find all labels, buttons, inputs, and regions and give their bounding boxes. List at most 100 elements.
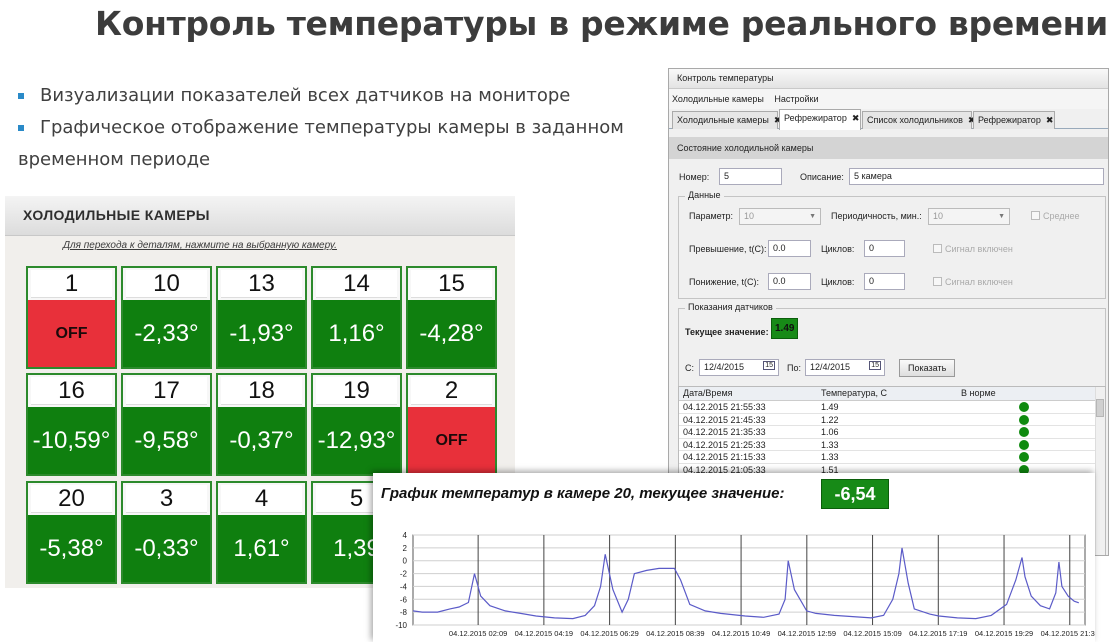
menu-item-cold-rooms[interactable]: Холодильные камеры — [672, 94, 764, 104]
period-select[interactable]: 10 ▼ — [928, 208, 1010, 225]
bullet-item: Графическое отображение температуры каме… — [18, 112, 648, 144]
table-row[interactable]: 04.12.2015 21:55:33 1.49 — [679, 401, 1105, 414]
close-icon[interactable]: ✖ — [1046, 115, 1054, 125]
menu-item-settings[interactable]: Настройки — [774, 94, 818, 104]
x-tick-label: 04.12.2015 19:29 — [975, 629, 1033, 638]
room-tile[interactable]: 1 OFF — [26, 266, 117, 369]
bullet-item: Визуализации показателей всех датчиков н… — [18, 80, 648, 112]
room-tile[interactable]: 19 -12,93° — [311, 373, 402, 476]
cell-temperature: 1.33 — [821, 452, 839, 462]
room-tile[interactable]: 2 OFF — [406, 373, 497, 476]
room-number: 15 — [411, 270, 492, 298]
cell-temperature: 1.22 — [821, 414, 839, 425]
section-header: Состояние холодильной камеры — [669, 137, 1108, 159]
table-row[interactable]: 04.12.2015 21:45:33 1.22 — [679, 414, 1105, 426]
tab-refrigerator[interactable]: Рефрежиратор ✖ — [973, 111, 1055, 129]
param-select[interactable]: 10 ▼ — [739, 208, 821, 225]
room-number: 19 — [316, 377, 397, 405]
average-checkbox[interactable]: Среднее — [1031, 211, 1080, 221]
calendar-icon[interactable]: 15 — [869, 361, 881, 370]
exceed-label: Превышение, t(C): — [689, 244, 767, 254]
lower-cycles-input[interactable]: 0 — [864, 273, 905, 290]
exceed-input[interactable]: 0.0 — [768, 240, 811, 257]
table-row[interactable]: 04.12.2015 21:15:33 1.33 — [679, 451, 1105, 464]
table-scrollbar[interactable] — [1095, 387, 1105, 555]
x-tick-label: 04.12.2015 06:29 — [580, 629, 638, 638]
menu-bar: Холодильные камеры Настройки — [669, 89, 1108, 109]
cold-rooms-header: ХОЛОДИЛЬНЫЕ КАМЕРЫ — [5, 196, 515, 236]
room-tile[interactable]: 10 -2,33° — [121, 266, 212, 369]
room-tile[interactable]: 3 -0,33° — [121, 481, 212, 584]
room-tile[interactable]: 17 -9,58° — [121, 373, 212, 476]
lower-input[interactable]: 0.0 — [768, 273, 811, 290]
table-row[interactable]: 04.12.2015 21:25:33 1.33 — [679, 439, 1105, 451]
data-group: Данные Параметр: 10 ▼ Периодичность, мин.… — [678, 190, 1106, 299]
close-icon[interactable]: ✖ — [852, 113, 860, 123]
lower-signal-checkbox[interactable]: Сигнал включен — [933, 277, 1013, 287]
cell-datetime: 04.12.2015 21:25:33 — [683, 439, 766, 450]
room-temperature: -0,33° — [123, 515, 210, 582]
chart-current-value: -6,54 — [821, 479, 889, 509]
room-tile[interactable]: 16 -10,59° — [26, 373, 117, 476]
status-ok-dot-icon — [1019, 439, 1029, 450]
from-date-input[interactable]: 12/4/2015 15 — [699, 359, 779, 376]
exceed-signal-checkbox[interactable]: Сигнал включен — [933, 244, 1013, 254]
table-header: Дата/Время Температура, С В норме — [679, 387, 1105, 401]
exceed-cycles-input[interactable]: 0 — [864, 240, 905, 257]
room-number: 4 — [221, 485, 302, 513]
tab-refrigerator-active[interactable]: Рефрежиратор ✖ — [779, 109, 861, 130]
room-number: 1 — [31, 270, 112, 298]
room-number: 2 — [411, 377, 492, 405]
y-tick-label: 4 — [403, 531, 408, 540]
room-temperature: -5,38° — [28, 515, 115, 582]
room-number: 14 — [316, 270, 397, 298]
sensors-group-title: Показания датчиков — [685, 302, 776, 312]
to-label: По: — [787, 363, 801, 373]
temperature-line-chart: 4 2 0 -2 -4 -6 -8 -10 04.12.2015 02:09 04.12.2015… — [395, 531, 1095, 638]
room-temperature: -9,58° — [123, 407, 210, 474]
plot-area — [412, 534, 1086, 626]
room-tile[interactable]: 15 -4,28° — [406, 266, 497, 369]
number-input[interactable]: 5 — [719, 168, 782, 185]
slide-title: Контроль температуры в режиме реального … — [95, 4, 1108, 43]
calendar-icon[interactable]: 15 — [763, 361, 775, 370]
room-number: 10 — [126, 270, 207, 298]
column-header-temperature[interactable]: Температура, С — [821, 388, 887, 398]
y-tick-label: -4 — [400, 582, 408, 591]
room-tile[interactable]: 20 -5,38° — [26, 481, 117, 584]
scrollbar-thumb[interactable] — [1096, 399, 1104, 417]
room-number: 16 — [31, 377, 112, 405]
bullet-list: Визуализации показателей всех датчиков н… — [18, 80, 648, 176]
window-title: Контроль температуры — [677, 73, 774, 83]
room-number: 18 — [221, 377, 302, 405]
tab-cold-rooms[interactable]: Холодильные камеры ✖ — [672, 111, 781, 129]
room-tile[interactable]: 14 1,16° — [311, 266, 402, 369]
cell-temperature: 1.33 — [821, 439, 839, 450]
table-row[interactable]: 04.12.2015 21:35:33 1.06 — [679, 426, 1105, 439]
column-header-normal[interactable]: В норме — [961, 388, 996, 398]
data-group-title: Данные — [685, 190, 724, 200]
cold-rooms-hint: Для перехода к деталям, нажмите на выбра… — [63, 240, 337, 251]
to-date-input[interactable]: 12/4/2015 15 — [805, 359, 885, 376]
x-tick-label: 04.12.2015 12:59 — [778, 629, 836, 638]
x-tick-label: 04.12.2015 15:09 — [843, 629, 901, 638]
column-header-datetime[interactable]: Дата/Время — [683, 388, 733, 398]
chevron-down-icon: ▼ — [809, 213, 816, 220]
period-label: Периодичность, мин.: — [831, 211, 922, 221]
room-tile[interactable]: 18 -0,37° — [216, 373, 307, 476]
room-tile[interactable]: 4 1,61° — [216, 481, 307, 584]
from-label: С: — [685, 363, 694, 373]
param-label: Параметр: — [689, 211, 734, 221]
room-temperature: -10,59° — [28, 407, 115, 474]
description-input[interactable]: 5 камера — [849, 168, 1104, 185]
current-value-label: Текущее значение: — [685, 327, 769, 337]
lower-label: Понижение, t(C): — [689, 277, 759, 287]
show-button[interactable]: Показать — [899, 359, 956, 377]
room-temperature: -1,93° — [218, 300, 305, 367]
tab-fridge-list[interactable]: Список холодильников ✖ — [862, 111, 975, 129]
room-tile[interactable]: 13 -1,93° — [216, 266, 307, 369]
status-ok-dot-icon — [1019, 402, 1029, 412]
temperature-chart-panel: График температур в камере 20, текущее з… — [373, 473, 1095, 642]
y-tick-label: 0 — [403, 557, 408, 566]
number-label: Номер: — [679, 172, 710, 182]
